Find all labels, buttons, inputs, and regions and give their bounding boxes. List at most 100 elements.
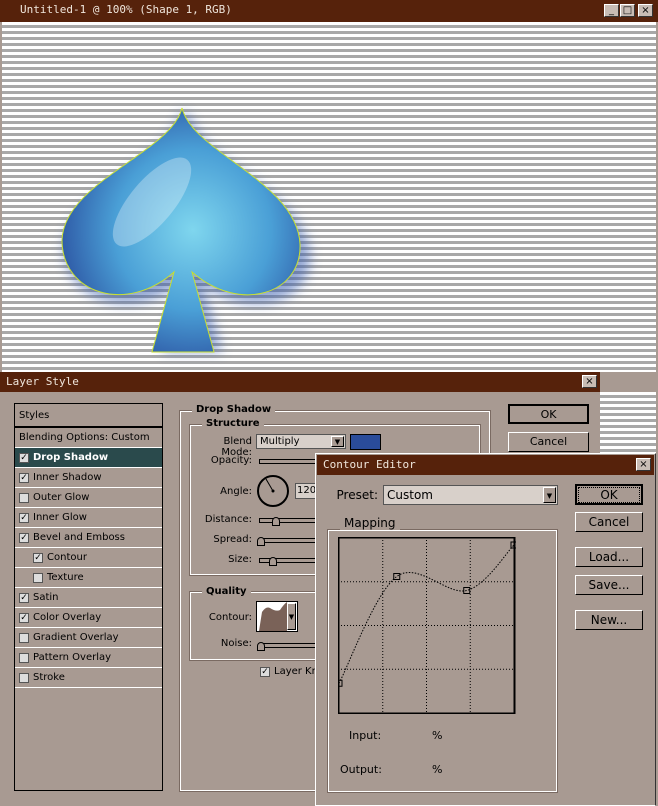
slider-thumb[interactable] [269, 557, 277, 566]
style-item-gradient-overlay[interactable]: Gradient Overlay [15, 628, 162, 648]
blend-mode-select[interactable]: Multiply ▼ [256, 434, 346, 449]
style-item-label: Stroke [33, 672, 65, 683]
style-item-outer-glow[interactable]: Outer Glow [15, 488, 162, 508]
opacity-slider[interactable] [259, 459, 319, 464]
style-item-texture[interactable]: Texture [15, 568, 162, 588]
curve-point[interactable] [393, 573, 401, 580]
style-item-inner-shadow[interactable]: ✓ Inner Shadow [15, 468, 162, 488]
distance-label: Distance: [204, 514, 252, 525]
size-label: Size: [228, 554, 252, 565]
slider-thumb[interactable] [257, 642, 265, 651]
layer-style-title: Layer Style [6, 375, 79, 388]
new-button[interactable]: New... [575, 610, 643, 630]
load-button[interactable]: Load... [575, 547, 643, 567]
angle-dial[interactable] [256, 474, 290, 508]
spread-label: Spread: [213, 534, 252, 545]
checkbox-checked-icon[interactable]: ✓ [19, 512, 29, 523]
chevron-down-icon: ▼ [543, 487, 556, 503]
contour-curve[interactable] [338, 544, 515, 684]
size-slider[interactable] [259, 557, 319, 566]
contour-editor-title: Contour Editor [323, 458, 416, 471]
contour-cancel-button[interactable]: Cancel [575, 512, 643, 532]
style-item-label: Inner Glow [33, 512, 87, 523]
slider-thumb[interactable] [272, 517, 280, 526]
chevron-down-icon: ▼ [331, 436, 344, 447]
style-item-label: Gradient Overlay [33, 632, 119, 643]
preset-select[interactable]: Custom ▼ [383, 485, 558, 505]
checkbox-icon[interactable] [19, 652, 29, 663]
mapping-heading: Mapping [340, 516, 400, 530]
style-item-bevel-and-emboss[interactable]: ✓ Bevel and Emboss [15, 528, 162, 548]
opacity-label: Opacity: [210, 455, 252, 466]
checkbox-checked-icon[interactable]: ✓ [33, 552, 43, 563]
style-item-drop-shadow[interactable]: ✓ Drop Shadow [15, 448, 162, 468]
style-item-label: Bevel and Emboss [33, 532, 125, 543]
checkbox-checked-icon[interactable]: ✓ [19, 452, 29, 463]
style-item-label: Color Overlay [33, 612, 102, 623]
layer-style-ok-button[interactable]: OK [508, 404, 589, 424]
document-canvas[interactable] [2, 22, 656, 372]
document-title: Untitled-1 @ 100% (Shape 1, RGB) [20, 3, 232, 16]
blending-options[interactable]: Blending Options: Custom [15, 428, 162, 448]
contour-ok-button[interactable]: OK [575, 484, 643, 505]
style-item-label: Satin [33, 592, 59, 603]
checkbox-checked-icon[interactable]: ✓ [19, 592, 29, 603]
checkbox-icon[interactable] [19, 632, 29, 643]
style-item-satin[interactable]: ✓ Satin [15, 588, 162, 608]
spread-slider[interactable] [257, 537, 319, 546]
angle-input[interactable]: 120 [295, 483, 317, 499]
save-button[interactable]: Save... [575, 575, 643, 595]
maximize-button[interactable]: □ [620, 4, 635, 17]
style-item-color-overlay[interactable]: ✓ Color Overlay [15, 608, 162, 628]
layer-knocks-label: Layer Kn [274, 666, 318, 677]
noise-slider[interactable] [257, 642, 319, 651]
style-item-inner-glow[interactable]: ✓ Inner Glow [15, 508, 162, 528]
curve-point[interactable] [463, 587, 471, 594]
styles-header[interactable]: Styles [15, 404, 162, 428]
chevron-down-icon: ▼ [287, 603, 296, 630]
checkbox-checked-icon[interactable]: ✓ [19, 472, 29, 483]
distance-slider[interactable] [259, 517, 319, 526]
contour-curve-graph[interactable] [338, 537, 516, 714]
layer-style-cancel-button[interactable]: Cancel [508, 432, 589, 452]
canvas-visible-edge [600, 392, 656, 454]
slider-thumb[interactable] [257, 537, 265, 546]
input-label: Input: [349, 729, 382, 742]
checkbox-icon[interactable] [33, 572, 43, 583]
close-button[interactable]: × [638, 4, 653, 17]
style-item-label: Pattern Overlay [33, 652, 112, 663]
style-item-stroke[interactable]: Stroke [15, 668, 162, 688]
contour-label: Contour: [208, 612, 252, 623]
preset-value: Custom [387, 488, 433, 502]
layer-style-close-button[interactable]: × [582, 375, 597, 388]
blend-mode-value: Multiply [260, 436, 300, 447]
layer-style-titlebar: Layer Style [0, 372, 600, 392]
shadow-color-swatch[interactable] [350, 434, 381, 450]
input-percent: % [432, 729, 443, 742]
output-percent: % [432, 763, 443, 776]
style-item-contour[interactable]: ✓ Contour [15, 548, 162, 568]
structure-heading: Structure [202, 418, 264, 429]
style-item-label: Drop Shadow [33, 452, 109, 463]
checkbox-icon[interactable] [19, 492, 29, 503]
check-icon: ✓ [260, 666, 270, 677]
minimize-button[interactable]: _ [604, 4, 619, 17]
style-item-label: Texture [47, 572, 84, 583]
checkbox-icon[interactable] [19, 672, 29, 683]
checkbox-checked-icon[interactable]: ✓ [19, 612, 29, 623]
contour-editor-close-button[interactable]: × [636, 458, 651, 471]
style-item-label: Contour [47, 552, 87, 563]
contour-picker[interactable]: ▼ [256, 601, 298, 632]
contour-editor-titlebar: Contour Editor [317, 455, 654, 475]
checkbox-checked-icon[interactable]: ✓ [19, 532, 29, 543]
style-item-label: Inner Shadow [33, 472, 102, 483]
spade-shape[interactable] [2, 22, 362, 372]
drop-shadow-heading: Drop Shadow [192, 404, 276, 415]
noise-label: Noise: [220, 638, 252, 649]
styles-list: Styles Blending Options: Custom ✓ Drop Sh… [14, 403, 163, 791]
layer-knocks-checkbox[interactable]: ✓ Layer Kn [260, 666, 318, 677]
style-item-pattern-overlay[interactable]: Pattern Overlay [15, 648, 162, 668]
contour-thumbnail-icon [259, 602, 287, 631]
quality-heading: Quality [202, 586, 251, 597]
output-label: Output: [340, 763, 382, 776]
